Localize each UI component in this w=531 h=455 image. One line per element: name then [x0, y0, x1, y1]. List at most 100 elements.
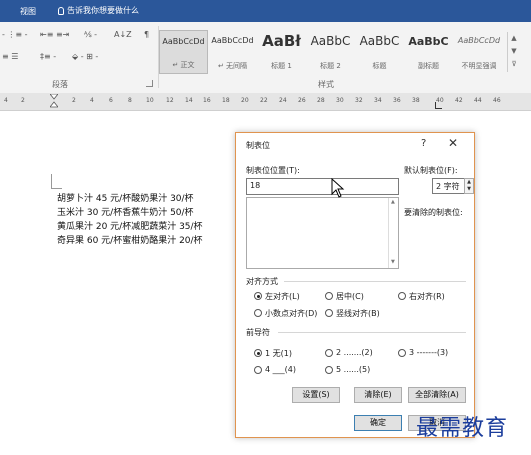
ruler-number: 10: [146, 97, 154, 104]
ruler-number: 46: [493, 97, 501, 104]
to-clear-label: 要清除的制表位:: [404, 208, 463, 217]
leader-middot-radio[interactable]: [325, 366, 333, 374]
document-line: 黄瓜果汁 20 元/杯减肥蔬菜汁 35/杯: [57, 222, 203, 232]
styles-group-label: 样式: [318, 80, 334, 89]
style-no-spacing[interactable]: AaBbCcDd ↵ 无间隔: [208, 30, 257, 74]
leader-dashes-radio[interactable]: [398, 349, 406, 357]
leader-underline-label[interactable]: 4 ___(4): [265, 365, 296, 374]
set-button[interactable]: 设置(S): [292, 387, 340, 403]
justify-icon[interactable]: ≡ ☰: [2, 52, 18, 61]
document-line: 奇异果 60 元/杯蜜柑奶酪果汁 20/杯: [57, 236, 203, 246]
ruler-number: 8: [128, 97, 132, 104]
ruler-number: 42: [455, 97, 463, 104]
style-subtle-emphasis[interactable]: AaBbCcDd 不明显强调: [453, 30, 505, 74]
styles-scroll[interactable]: ▲ ▼ ⊽: [507, 32, 520, 72]
style-title[interactable]: AaBbC 标题: [355, 30, 404, 74]
help-button[interactable]: ?: [421, 138, 426, 149]
ruler-number: 4: [90, 97, 94, 104]
ruler-number: 32: [355, 97, 363, 104]
style-heading-1[interactable]: AaBł 标题 1: [257, 30, 306, 74]
ruler-number: 18: [222, 97, 230, 104]
ruler-number: 40: [436, 97, 444, 104]
default-tab-label: 默认制表位(F):: [404, 166, 458, 175]
ruler-number: 28: [317, 97, 325, 104]
style-normal[interactable]: AaBbCcDd ↵ 正文: [159, 30, 208, 74]
leader-label: 前导符: [246, 328, 270, 337]
line-spacing-icon[interactable]: ‡≡ -: [40, 52, 56, 61]
paragraph-launcher-icon[interactable]: [146, 80, 153, 87]
ruler-number: 22: [260, 97, 268, 104]
leader-dots-label[interactable]: 2 .......(2): [336, 348, 373, 357]
clear-button[interactable]: 清除(E): [354, 387, 402, 403]
ruler-number: 14: [185, 97, 193, 104]
lightbulb-icon: [58, 6, 64, 15]
ruler-number: 24: [279, 97, 287, 104]
align-left-label[interactable]: 左对齐(L): [265, 291, 300, 302]
default-tab-value: 2 字符: [436, 182, 460, 191]
tabs-dialog: 制表位 ? ✕ 制表位位置(T): 18 ▲ ▼ 默认制表位(F): 2 字符 …: [235, 132, 475, 438]
clear-all-button[interactable]: 全部清除(A): [408, 387, 466, 403]
ruler-number: 20: [241, 97, 249, 104]
ruler-number: 34: [374, 97, 382, 104]
scroll-down-icon[interactable]: ▼: [391, 259, 395, 265]
shading-icon[interactable]: ⬙ - ⊞ -: [72, 52, 98, 61]
ruler-number: 30: [336, 97, 344, 104]
ruler-number: 16: [203, 97, 211, 104]
separator: [278, 332, 466, 333]
leader-dots-radio[interactable]: [325, 349, 333, 357]
align-bar-label[interactable]: 竖线对齐(B): [336, 308, 380, 319]
indent-marker-icon[interactable]: [50, 94, 58, 108]
mouse-pointer-icon: [331, 178, 345, 198]
horizontal-ruler[interactable]: 4 2 2 4 6 8 10 12 14 16 18 20 22 24 26 2…: [0, 93, 531, 111]
ribbon: - ⋮≡ - ⇤≡ ≡⇥ ⅍ - A↓Z ¶ ≡ ☰ ‡≡ - ⬙ - ⊞ - …: [0, 22, 531, 94]
ruler-number: 6: [109, 97, 113, 104]
ruler-number: 2: [72, 97, 76, 104]
margin-marker: [51, 174, 62, 189]
style-heading-2[interactable]: AaBbC 标题 2: [306, 30, 355, 74]
ruler-number: 44: [474, 97, 482, 104]
tab-position-input[interactable]: 18: [246, 178, 399, 195]
align-left-radio[interactable]: [254, 292, 262, 300]
alignment-label: 对齐方式: [246, 277, 278, 286]
chinese-layout-icon[interactable]: ⅍ -: [84, 30, 97, 39]
show-marks-icon[interactable]: ¶: [144, 30, 149, 39]
ruler-number: 38: [412, 97, 420, 104]
separator: [284, 281, 466, 282]
numbering-list-icon[interactable]: - ⋮≡ -: [2, 30, 28, 39]
tab-position-list[interactable]: ▲ ▼: [246, 197, 399, 269]
ruler-number: 4: [4, 97, 8, 104]
paragraph-group-label: 段落: [52, 80, 68, 89]
align-right-radio[interactable]: [398, 292, 406, 300]
tab-position-label: 制表位位置(T):: [246, 166, 300, 175]
leader-middot-label[interactable]: 5 ......(5): [336, 365, 370, 374]
title-bar: 视图 告诉我你想要做什么: [0, 0, 531, 22]
align-decimal-radio[interactable]: [254, 309, 262, 317]
align-decimal-label[interactable]: 小数点对齐(D): [265, 308, 317, 319]
ruler-number: 26: [298, 97, 306, 104]
sort-icon[interactable]: A↓Z: [114, 30, 132, 39]
style-subtitle[interactable]: AaBbC 副标题: [404, 30, 453, 74]
dialog-title: 制表位: [246, 141, 270, 150]
leader-none-label[interactable]: 1 无(1): [265, 348, 292, 359]
close-icon[interactable]: ✕: [448, 136, 458, 150]
indent-icon[interactable]: ⇤≡ ≡⇥: [40, 30, 69, 39]
align-bar-radio[interactable]: [325, 309, 333, 317]
leader-none-radio[interactable]: [254, 349, 262, 357]
tell-me-box[interactable]: 告诉我你想要做什么: [58, 5, 139, 16]
watermark-logo: 最需教育: [416, 416, 509, 441]
menu-view[interactable]: 视图: [20, 6, 36, 17]
leader-dashes-label[interactable]: 3 -------(3): [409, 348, 448, 357]
list-scrollbar[interactable]: ▲ ▼: [388, 198, 399, 268]
ruler-number: 12: [166, 97, 174, 104]
tell-me-text: 告诉我你想要做什么: [67, 6, 139, 15]
align-right-label[interactable]: 右对齐(R): [409, 291, 445, 302]
leader-underline-radio[interactable]: [254, 366, 262, 374]
align-center-radio[interactable]: [325, 292, 333, 300]
ruler-number: 36: [393, 97, 401, 104]
align-center-label[interactable]: 居中(C): [336, 291, 364, 302]
scroll-up-icon[interactable]: ▲: [391, 199, 395, 205]
default-tab-spinner[interactable]: ▲ ▼: [464, 178, 474, 194]
document-line: 胡萝卜汁 45 元/杯酸奶果汁 30/杯: [57, 194, 194, 204]
ok-button[interactable]: 确定: [354, 415, 402, 431]
ruler-number: 2: [21, 97, 25, 104]
